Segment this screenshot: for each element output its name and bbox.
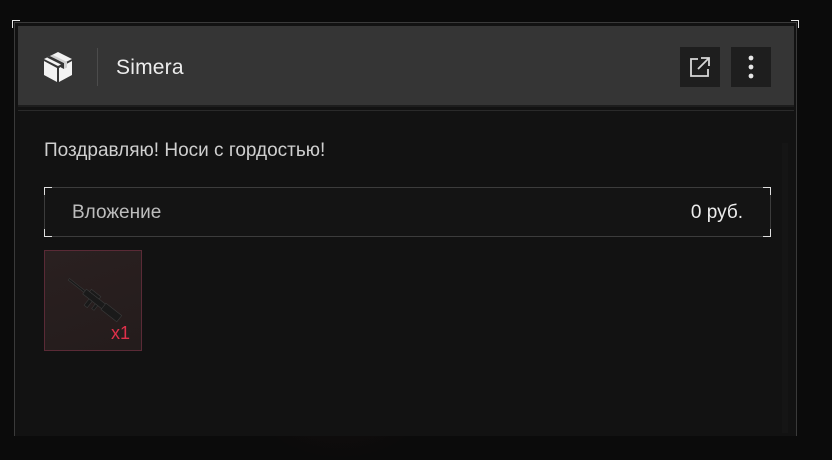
package-box-icon [41, 50, 75, 84]
item-quantity: x1 [110, 323, 130, 343]
corner-bracket [763, 229, 771, 237]
external-link-icon [690, 57, 710, 77]
item-card[interactable]: x1 [44, 250, 142, 351]
investment-row: Вложение 0 руб. [44, 187, 771, 237]
more-options-button[interactable] [731, 47, 771, 87]
external-link-button[interactable] [680, 47, 720, 87]
corner-bracket [44, 187, 52, 195]
investment-value: 0 руб. [690, 202, 743, 223]
page-title: Simera [116, 56, 184, 79]
case-drop-panel: Simera Поздравляю! Носи с гордостью! Вло… [12, 20, 799, 436]
corner-bracket [44, 229, 52, 237]
corner-bracket [763, 187, 771, 195]
investment-label: Вложение [72, 202, 162, 223]
more-vertical-icon [748, 55, 754, 79]
congratulation-message: Поздравляю! Носи с гордостью! [44, 140, 326, 161]
panel-header: Simera [18, 26, 794, 107]
header-divider [97, 48, 98, 86]
header-underline [18, 110, 794, 111]
scrollbar-track[interactable] [782, 143, 788, 433]
